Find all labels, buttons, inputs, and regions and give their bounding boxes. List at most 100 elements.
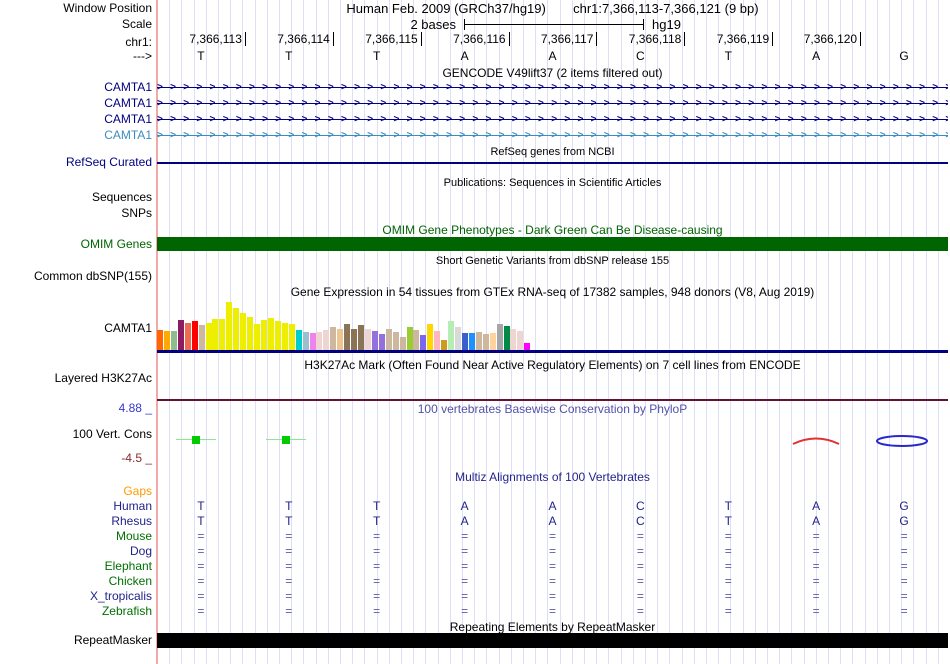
multiz-cell: T xyxy=(285,514,293,528)
gtex-bar[interactable] xyxy=(323,330,330,350)
gtex-bar[interactable] xyxy=(309,333,316,350)
gtex-bar[interactable] xyxy=(302,332,309,350)
position-label: 7,366,115 xyxy=(365,32,418,46)
label-gencode-t3[interactable]: CAMTA1 xyxy=(0,113,152,126)
label-repeatmasker[interactable]: RepeatMasker xyxy=(0,634,152,647)
multiz-label-human[interactable]: Human xyxy=(0,500,152,513)
multiz-label-gaps[interactable]: Gaps xyxy=(0,485,152,498)
position-label: 7,366,118 xyxy=(628,32,682,46)
gtex-bar[interactable] xyxy=(316,332,323,350)
gtex-bar[interactable] xyxy=(288,324,295,350)
base-letter: T xyxy=(197,49,205,63)
multiz-cell: = xyxy=(812,574,820,588)
gtex-bar[interactable] xyxy=(170,331,177,350)
refseq-curated-line[interactable] xyxy=(157,162,948,164)
gtex-bar[interactable] xyxy=(205,323,212,350)
label-h3k27ac[interactable]: Layered H3K27Ac xyxy=(0,372,152,385)
strand-arrows: >>>>>>>>>>>>>>>>>>>>>>>>>>>>>>>>>>>>>>>>… xyxy=(157,114,948,125)
gtex-bar[interactable] xyxy=(420,335,427,350)
gtex-bar[interactable] xyxy=(233,308,240,350)
gtex-bar[interactable] xyxy=(212,319,219,350)
gtex-bar[interactable] xyxy=(489,333,496,350)
gtex-bar[interactable] xyxy=(184,323,191,350)
gtex-bar[interactable] xyxy=(385,329,392,350)
gtex-bar[interactable] xyxy=(406,327,413,350)
gtex-bar[interactable] xyxy=(468,333,475,350)
gtex-bar[interactable] xyxy=(281,323,288,350)
gtex-bar[interactable] xyxy=(274,321,281,350)
gtex-bar[interactable] xyxy=(517,331,524,350)
multiz-label-dog[interactable]: Dog xyxy=(0,545,152,558)
gtex-bar[interactable] xyxy=(475,332,482,350)
multiz-cell: = xyxy=(461,604,469,618)
gtex-bar[interactable] xyxy=(399,337,406,350)
gtex-bar[interactable] xyxy=(351,329,357,350)
gtex-bar[interactable] xyxy=(226,302,233,350)
window-position-header: Human Feb. 2009 (GRCh37/hg19) chr1:7,366… xyxy=(157,2,948,15)
gtex-bar[interactable] xyxy=(358,325,364,350)
gtex-bar[interactable] xyxy=(441,340,448,350)
gtex-bar[interactable] xyxy=(524,343,531,350)
multiz-cell: = xyxy=(900,544,908,558)
multiz-label-chicken[interactable]: Chicken xyxy=(0,575,152,588)
multiz-cell: = xyxy=(197,559,205,573)
label-snps[interactable]: SNPs xyxy=(0,207,152,220)
label-gencode-t1[interactable]: CAMTA1 xyxy=(0,81,152,94)
transcript-row[interactable]: >>>>>>>>>>>>>>>>>>>>>>>>>>>>>>>>>>>>>>>>… xyxy=(157,129,948,142)
gtex-bar[interactable] xyxy=(364,329,371,350)
label-omim[interactable]: OMIM Genes xyxy=(0,238,152,251)
base-letter: C xyxy=(636,49,645,63)
gtex-bar[interactable] xyxy=(392,332,399,350)
gtex-bar[interactable] xyxy=(240,313,247,350)
transcript-row[interactable]: >>>>>>>>>>>>>>>>>>>>>>>>>>>>>>>>>>>>>>>>… xyxy=(157,97,948,110)
gtex-bar[interactable] xyxy=(455,327,461,350)
transcript-row[interactable]: >>>>>>>>>>>>>>>>>>>>>>>>>>>>>>>>>>>>>>>>… xyxy=(157,81,948,94)
gtex-bar[interactable] xyxy=(482,334,489,350)
multiz-cell: = xyxy=(548,529,556,543)
gtex-bar[interactable] xyxy=(330,327,337,350)
gtex-gene-model-line[interactable] xyxy=(157,350,948,353)
gtex-bar[interactable] xyxy=(267,318,274,350)
multiz-cell: T xyxy=(373,499,381,513)
label-gtex-gene[interactable]: CAMTA1 xyxy=(0,322,152,335)
gtex-bar[interactable] xyxy=(448,321,455,350)
multiz-label-rhesus[interactable]: Rhesus xyxy=(0,515,152,528)
gtex-bar[interactable] xyxy=(157,330,163,350)
gtex-bar[interactable] xyxy=(198,325,205,350)
multiz-label-mouse[interactable]: Mouse xyxy=(0,530,152,543)
label-gencode-t2[interactable]: CAMTA1 xyxy=(0,97,152,110)
transcript-row[interactable]: >>>>>>>>>>>>>>>>>>>>>>>>>>>>>>>>>>>>>>>>… xyxy=(157,113,948,126)
gtex-bar[interactable] xyxy=(219,319,226,350)
multiz-cell: = xyxy=(373,604,381,618)
multiz-cell: = xyxy=(548,589,556,603)
gtex-bar[interactable] xyxy=(503,326,510,350)
gtex-bar[interactable] xyxy=(413,330,420,350)
gtex-bar[interactable] xyxy=(434,331,441,350)
label-refseq[interactable]: RefSeq Curated xyxy=(0,156,152,169)
gtex-bar[interactable] xyxy=(163,331,170,350)
gtex-bar[interactable] xyxy=(254,324,260,350)
label-dbsnp[interactable]: Common dbSNP(155) xyxy=(0,270,152,283)
gtex-bar[interactable] xyxy=(461,333,468,350)
gtex-bar[interactable] xyxy=(337,329,344,350)
multiz-label-zebrafish[interactable]: Zebrafish xyxy=(0,605,152,618)
gtex-bar[interactable] xyxy=(344,324,351,350)
gtex-bar[interactable] xyxy=(510,329,517,350)
gtex-bar[interactable] xyxy=(427,324,434,350)
gtex-bar[interactable] xyxy=(191,321,198,350)
gtex-bar[interactable] xyxy=(378,334,385,350)
gtex-bar[interactable] xyxy=(260,320,267,350)
multiz-label-elephant[interactable]: Elephant xyxy=(0,560,152,573)
gtex-bar[interactable] xyxy=(295,330,302,350)
label-sequences[interactable]: Sequences xyxy=(0,191,152,204)
gtex-bar[interactable] xyxy=(177,320,184,350)
multiz-label-x_tropicalis[interactable]: X_tropicalis xyxy=(0,590,152,603)
omim-genes-bar[interactable] xyxy=(157,237,948,251)
label-cons-name[interactable]: 100 Vert. Cons xyxy=(0,428,152,441)
scale-ruler xyxy=(464,24,644,25)
label-gencode-t4[interactable]: CAMTA1 xyxy=(0,129,152,142)
gtex-bar[interactable] xyxy=(247,317,254,350)
gtex-bar[interactable] xyxy=(371,331,378,350)
repeatmasker-bar[interactable] xyxy=(157,633,948,648)
gtex-bar[interactable] xyxy=(496,324,503,350)
